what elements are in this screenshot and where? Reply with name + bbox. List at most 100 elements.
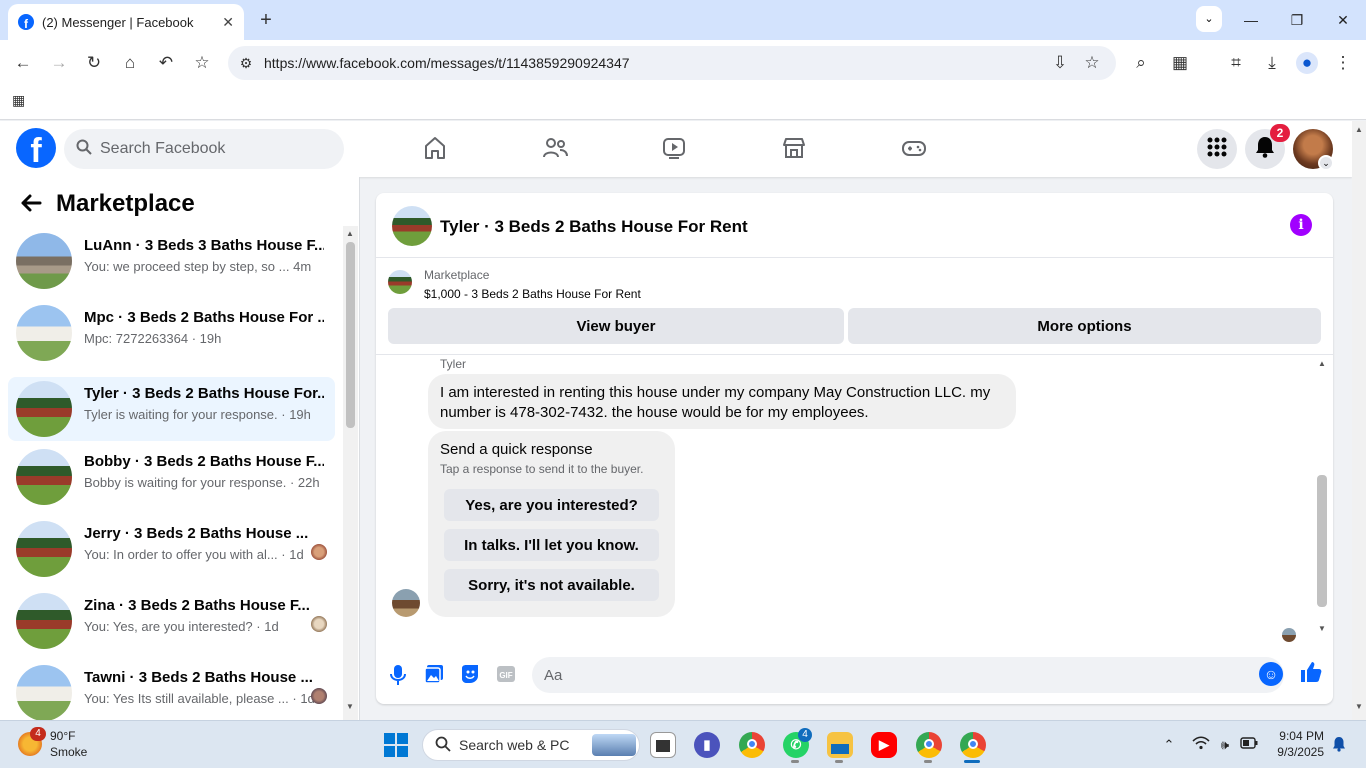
info-icon[interactable]: i [1290, 214, 1312, 236]
qr-code-icon[interactable]: ▦ [1169, 52, 1191, 74]
chrome-profile-icon[interactable] [916, 732, 942, 758]
clock-time[interactable]: 9:04 PM [1274, 729, 1324, 743]
battery-icon[interactable] [1240, 736, 1258, 754]
taskbar-search[interactable]: Search web & PC [422, 729, 640, 761]
new-tab-icon[interactable]: + [256, 8, 276, 32]
windows-start-icon[interactable] [384, 733, 408, 757]
nav-friends-icon[interactable] [535, 135, 575, 163]
tab-title: (2) Messenger | Facebook [42, 14, 194, 30]
browser-tab[interactable]: f (2) Messenger | Facebook ✕ [8, 4, 244, 40]
conversation-name: Mpc · 3 Beds 2 Baths House For ... [84, 309, 324, 326]
conversation-item-jerry[interactable]: Jerry · 3 Beds 2 Baths House ... You: In… [8, 517, 335, 581]
back-icon[interactable]: ← [12, 52, 34, 74]
conversation-item-mpc[interactable]: Mpc · 3 Beds 2 Baths House For ... Mpc: … [8, 301, 335, 365]
window-close-icon[interactable]: ✕ [1328, 6, 1358, 34]
downloads-icon[interactable]: ⤓ [1261, 52, 1283, 74]
account-chevron-down-icon[interactable]: ⌄ [1318, 155, 1334, 171]
conversation-snippet: You: Yes Its still available, please ...… [84, 691, 315, 706]
teams-meet-icon[interactable]: ▮ [694, 732, 720, 758]
site-settings-icon[interactable]: ⚙ [236, 52, 256, 74]
weather-temperature[interactable]: 90°F [50, 729, 75, 743]
address-bar[interactable]: https://www.facebook.com/messages/t/1143… [228, 46, 1116, 80]
conversation-item-tawni[interactable]: Tawni · 3 Beds 2 Baths House ... You: Ye… [8, 661, 335, 720]
message-input[interactable] [544, 666, 1224, 684]
sidebar-scroll-thumb[interactable] [346, 242, 355, 428]
volume-icon[interactable]: 🕪 [1216, 736, 1234, 754]
microphone-icon[interactable] [386, 664, 410, 686]
conversation-item-tyler[interactable]: Tyler · 3 Beds 2 Baths House For... Tyle… [8, 377, 335, 441]
install-app-icon[interactable]: ⇩ [1049, 52, 1071, 74]
conversation-name: Tyler · 3 Beds 2 Baths House For... [84, 385, 324, 402]
youtube-icon[interactable]: ▶ [871, 732, 897, 758]
tab-close-icon[interactable]: ✕ [222, 14, 234, 31]
profile-icon[interactable]: ● [1296, 52, 1318, 74]
notification-bell-icon[interactable] [1330, 736, 1348, 754]
maximize-icon[interactable]: ❐ [1282, 6, 1312, 34]
tab-search-chevron-icon[interactable]: ⌄ [1196, 6, 1222, 32]
page-scroll-down-icon[interactable]: ▼ [1352, 702, 1366, 711]
conversation-item-bobby[interactable]: Bobby · 3 Beds 2 Baths House F... Bobby … [8, 445, 335, 509]
view-buyer-button[interactable]: View buyer [388, 308, 844, 344]
menu-grid-button[interactable] [1197, 129, 1237, 169]
nav-marketplace-icon[interactable] [774, 135, 814, 163]
nav-home-icon[interactable] [415, 135, 455, 163]
photo-icon[interactable] [422, 664, 446, 686]
reload-icon[interactable]: ↻ [83, 52, 105, 74]
notification-badge: 2 [1270, 124, 1290, 142]
home-icon[interactable]: ⌂ [119, 52, 141, 74]
messages-scroll-up-icon[interactable]: ▲ [1315, 359, 1329, 368]
wifi-icon[interactable] [1192, 736, 1210, 754]
tray-chevron-up-icon[interactable]: ⌃ [1160, 736, 1178, 754]
chat-listing-avatar[interactable] [392, 206, 432, 246]
chrome-menu-icon[interactable]: ⋮ [1332, 52, 1354, 74]
emoji-icon[interactable]: ☺ [1259, 662, 1283, 686]
gif-icon[interactable]: GIF [494, 664, 518, 686]
sender-avatar[interactable] [392, 589, 420, 617]
messages-scroll-down-icon[interactable]: ▼ [1315, 624, 1329, 633]
facebook-favicon-icon: f [18, 14, 34, 30]
nav-gaming-icon[interactable] [894, 135, 934, 163]
bookmark-page-star-icon[interactable]: ☆ [1081, 52, 1103, 74]
listing-price-title[interactable]: $1,000 - 3 Beds 2 Baths House For Rent [424, 287, 641, 301]
message-composer[interactable] [532, 657, 1284, 693]
zoom-search-icon[interactable]: ⌕ [1130, 52, 1152, 74]
chat-title[interactable]: Tyler · 3 Beds 2 Baths House For Rent [440, 217, 748, 237]
quick-response-button-interested[interactable]: Yes, are you interested? [444, 489, 659, 521]
clock-date[interactable]: 9/3/2025 [1274, 745, 1324, 759]
conversation-item-luann[interactable]: LuAnn · 3 Beds 3 Baths House F... You: w… [8, 229, 335, 293]
message-bubble: I am interested in renting this house un… [428, 374, 1016, 429]
facebook-search-input[interactable] [100, 140, 320, 158]
facebook-search[interactable] [64, 129, 344, 169]
quick-response-button-not-available[interactable]: Sorry, it's not available. [444, 569, 659, 601]
conversation-item-zina[interactable]: Zina · 3 Beds 2 Baths House F... You: Ye… [8, 589, 335, 653]
task-view-icon[interactable] [650, 732, 676, 758]
page-scroll-up-icon[interactable]: ▲ [1352, 125, 1366, 134]
listing-small-thumbnail[interactable] [388, 270, 412, 294]
bookmark-star-icon[interactable]: ☆ [191, 52, 213, 74]
svg-text:GIF: GIF [499, 671, 512, 680]
undo-icon[interactable]: ↶ [155, 52, 177, 74]
facebook-logo-icon[interactable]: f [16, 128, 56, 168]
more-options-button[interactable]: More options [848, 308, 1321, 344]
quick-response-button-in-talks[interactable]: In talks. I'll let you know. [444, 529, 659, 561]
sidebar-scroll-down-icon[interactable]: ▼ [343, 702, 357, 711]
apps-grid-icon[interactable]: ▦ [12, 92, 28, 108]
chrome-active-icon[interactable] [960, 732, 986, 758]
forward-icon[interactable]: → [48, 52, 70, 74]
file-explorer-icon[interactable] [827, 732, 853, 758]
chrome-icon[interactable] [739, 732, 765, 758]
nav-video-icon[interactable] [654, 135, 694, 163]
seen-avatar [311, 544, 327, 560]
back-arrow-icon[interactable] [20, 192, 44, 216]
page-scrollbar[interactable]: ▲ ▼ [1352, 121, 1366, 720]
messages-scroll-thumb[interactable] [1317, 475, 1327, 607]
crop-icon[interactable]: ⌗ [1225, 52, 1247, 74]
weather-badge: 4 [30, 727, 46, 741]
sender-name: Tyler [440, 357, 467, 371]
minimize-icon[interactable]: — [1236, 6, 1266, 34]
weather-description[interactable]: Smoke [50, 745, 87, 759]
thumbs-up-icon[interactable] [1298, 660, 1324, 686]
menu-grid-icon [1207, 137, 1227, 162]
sticker-icon[interactable] [458, 664, 482, 686]
sidebar-scroll-up-icon[interactable]: ▲ [343, 229, 357, 238]
